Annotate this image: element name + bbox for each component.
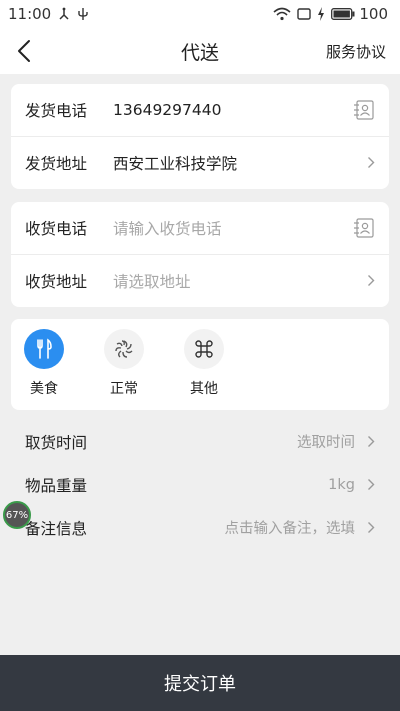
sender-card: 发货电话 13649297440 发货地址 西安工业科技学院 (11, 84, 389, 189)
category-label: 其他 (190, 381, 218, 397)
sender-address-value: 西安工业科技学院 (113, 154, 238, 173)
category-label: 正常 (110, 381, 138, 397)
battery: 100 (331, 5, 388, 23)
pickup-time-value: 选取时间 (297, 435, 355, 451)
nav-bar: 代送 服务协议 (0, 28, 400, 74)
service-agreement-link[interactable]: 服务协议 (326, 41, 386, 62)
sender-address-row[interactable]: 发货地址 西安工业科技学院 (11, 136, 389, 188)
chevron-right-icon (349, 274, 375, 287)
weight-row[interactable]: 物品重量 1kg (0, 463, 400, 506)
submit-order-button[interactable]: 提交订单 (0, 655, 400, 711)
status-right: 100 (273, 5, 388, 23)
weight-value: 1kg (328, 476, 355, 493)
sender-phone-value[interactable]: 13649297440 (113, 101, 349, 119)
status-bar: 11:00 100 (0, 0, 400, 28)
contact-book-icon[interactable] (349, 100, 375, 120)
usb-icon (77, 7, 89, 21)
chevron-right-icon (349, 156, 375, 169)
note-value[interactable]: 点击输入备注，选填 (225, 517, 356, 538)
category-food[interactable]: 美食 (24, 329, 64, 398)
contact-book-icon[interactable] (349, 218, 375, 238)
category-card: 美食 正常 其他 (11, 319, 389, 410)
fork-knife-icon (24, 329, 64, 369)
network-share-icon (57, 7, 71, 21)
status-time: 11:00 (8, 5, 52, 23)
status-left: 11:00 (8, 5, 89, 23)
page-title: 代送 (180, 41, 219, 64)
category-normal[interactable]: 正常 (104, 329, 144, 398)
floating-memory-badge[interactable]: 67% (3, 501, 31, 529)
receiver-phone-row[interactable]: 收货电话 请输入收货电话 (11, 202, 389, 254)
chevron-right-icon (368, 479, 375, 490)
chevron-left-icon (18, 40, 30, 62)
battery-icon (331, 8, 355, 20)
sender-phone-label: 发货电话 (25, 102, 88, 120)
receiver-address-label: 收货地址 (25, 272, 88, 291)
screen-icon (297, 8, 312, 20)
battery-level: 100 (359, 5, 388, 23)
receiver-card: 收货电话 请输入收货电话 收货地址 请选取地址 (11, 202, 389, 307)
sender-address-label: 发货地址 (25, 154, 88, 173)
receiver-address-row[interactable]: 收货地址 请选取地址 (11, 254, 389, 306)
spinner-icon (104, 329, 144, 369)
weight-label: 物品重量 (25, 476, 88, 495)
sender-phone-row[interactable]: 发货电话 13649297440 (11, 84, 389, 136)
receiver-address-select[interactable]: 请选取地址 (113, 270, 349, 292)
command-icon (184, 329, 224, 369)
wifi-icon (273, 7, 291, 21)
pickup-time-row[interactable]: 取货时间 选取时间 (0, 420, 400, 463)
note-row[interactable]: 备注信息 点击输入备注，选填 (0, 506, 400, 549)
chevron-right-icon (368, 436, 375, 447)
back-button[interactable] (10, 37, 38, 65)
receiver-phone-label: 收货电话 (25, 220, 88, 238)
charging-bolt-icon (317, 7, 325, 21)
pickup-time-label: 取货时间 (25, 433, 88, 452)
note-label: 备注信息 (25, 519, 88, 538)
category-other[interactable]: 其他 (184, 329, 224, 398)
receiver-phone-input[interactable]: 请输入收货电话 (113, 217, 349, 239)
chevron-right-icon (368, 522, 375, 533)
order-details: 取货时间 选取时间 物品重量 1kg 备注信息 点击输入备注，选填 (0, 420, 400, 549)
category-list: 美食 正常 其他 (11, 319, 389, 398)
category-label: 美食 (30, 381, 58, 397)
